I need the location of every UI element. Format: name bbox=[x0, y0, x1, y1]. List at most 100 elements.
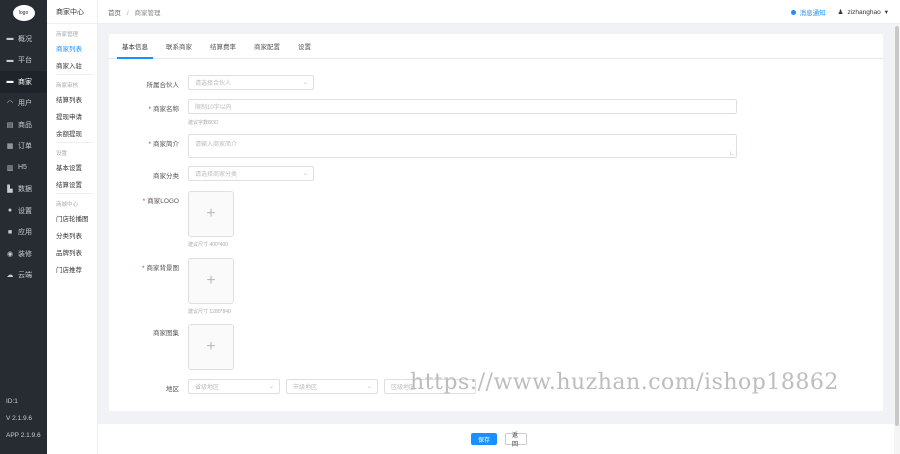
name-input[interactable]: 限制10字以内 bbox=[188, 99, 737, 114]
logo[interactable]: logo bbox=[12, 5, 35, 21]
sub-menu-item[interactable]: 门店推荐 bbox=[47, 260, 97, 277]
caret-down-icon[interactable]: ▾ bbox=[885, 8, 888, 16]
nav-item-label: 概况 bbox=[18, 35, 32, 43]
nav-item-label: 云端 bbox=[18, 272, 32, 280]
goods-icon: ▤ bbox=[6, 121, 14, 129]
nav-item-label: 设置 bbox=[18, 207, 32, 215]
chevron-down-icon: ⌄ bbox=[302, 80, 308, 86]
nav-item[interactable]: ▬ 概况 bbox=[0, 28, 47, 50]
sub-menu-item[interactable]: 基本设置 bbox=[47, 158, 97, 175]
merchant-icon: ▬ bbox=[6, 78, 14, 86]
page-icon: ▥ bbox=[6, 164, 14, 172]
breadcrumb-current: 商家管理 bbox=[134, 9, 161, 17]
sub-menu-item[interactable]: 结算设置 bbox=[47, 175, 97, 192]
top-header: 首页 / 商家管理 消息通知 ♟ zizhanghao ▾ bbox=[98, 0, 900, 24]
plus-icon: + bbox=[206, 272, 216, 289]
images-upload[interactable]: + bbox=[188, 324, 234, 370]
monitor-icon: ▬ bbox=[6, 35, 14, 43]
logo-text: logo bbox=[18, 10, 29, 16]
settings-icon: ● bbox=[7, 207, 13, 215]
nav-item-label: 商家 bbox=[18, 78, 32, 86]
sub-menu-item[interactable]: 品牌列表 bbox=[47, 243, 97, 260]
nav-item[interactable]: ▬ 平台 bbox=[0, 50, 47, 72]
logo-hint: 建议尺寸 400*400 bbox=[188, 242, 229, 248]
app-version-label: APP 2.1.9.6 bbox=[6, 432, 41, 439]
sub-menu-item[interactable]: 余额提现 bbox=[47, 124, 97, 141]
plus-icon: + bbox=[206, 205, 216, 222]
divider bbox=[56, 142, 93, 143]
nav-item-label: 用户 bbox=[18, 100, 32, 108]
sub-menu-title: 商家中心 bbox=[47, 0, 97, 24]
sub-menu-item[interactable]: 分类列表 bbox=[47, 226, 97, 243]
nav-item[interactable]: ■ 应用 bbox=[0, 222, 47, 244]
nav-item[interactable]: ▥ H5 bbox=[0, 157, 47, 179]
region-label: 地区 bbox=[166, 386, 179, 393]
category-placeholder: 请选择商家分类 bbox=[195, 172, 238, 178]
tab[interactable]: 基本信息 bbox=[113, 34, 157, 59]
sub-menu: 商家中心 商家管理 商家列表 商家入驻 商家审核 结算列表 提现申请 余额提现 设置 基本设置结… bbox=[47, 0, 98, 454]
bg-label-text: 商家背景图 bbox=[146, 265, 180, 272]
bg-upload[interactable]: + bbox=[188, 258, 234, 304]
save-button[interactable]: 保存 bbox=[471, 433, 497, 445]
tab[interactable]: 结算费率 bbox=[201, 34, 245, 58]
nav-item[interactable]: ▤ 商品 bbox=[0, 114, 47, 136]
nav-item[interactable]: ◠ 用户 bbox=[0, 93, 47, 115]
images-label: 商家图集 bbox=[153, 330, 179, 337]
name-label: * 商家名称 bbox=[148, 106, 179, 113]
nav-item-label: 平台 bbox=[18, 57, 32, 65]
sub-menu-body: 商家管理 商家列表 商家入驻 商家审核 结算列表 提现申请 余额提现 设置 基本设置 结算设置 商城… bbox=[47, 30, 97, 277]
order-icon: ▦ bbox=[6, 143, 14, 151]
apps-icon: ■ bbox=[7, 228, 13, 236]
nav-item[interactable]: ▦ 订单 bbox=[0, 136, 47, 158]
province-select[interactable]: 省级地区 ⌄ bbox=[188, 379, 280, 394]
tab[interactable]: 联系商家 bbox=[157, 34, 201, 58]
back-button[interactable]: 返回 bbox=[505, 433, 527, 448]
scrollbar-thumb[interactable] bbox=[895, 26, 899, 426]
resize-handle-icon[interactable]: ∟ bbox=[729, 151, 735, 157]
decor-icon: ◉ bbox=[6, 250, 14, 258]
bg-label: * 商家背景图 bbox=[141, 265, 180, 272]
breadcrumb-home[interactable]: 首页 bbox=[108, 10, 121, 17]
action-bar: 保存 返回 bbox=[98, 424, 900, 454]
partner-label: 所属合伙人 bbox=[146, 82, 180, 89]
logo-upload[interactable]: + bbox=[188, 191, 234, 237]
sub-menu-item[interactable]: 提现申请 bbox=[47, 107, 97, 124]
name-label-text: 商家名称 bbox=[153, 106, 179, 113]
nav-item[interactable]: ▙ 数据 bbox=[0, 179, 47, 201]
notify-link[interactable]: 消息通知 bbox=[800, 7, 826, 17]
sub-menu-group-title: 商家审核 bbox=[56, 83, 79, 89]
sub-menu-item[interactable]: 结算列表 bbox=[47, 90, 97, 107]
category-select[interactable]: 请选择商家分类 ⌄ bbox=[188, 166, 314, 181]
user-icon: ◠ bbox=[6, 100, 14, 108]
scrollbar[interactable] bbox=[894, 24, 900, 454]
sub-menu-item[interactable]: 商家入驻 bbox=[47, 56, 97, 73]
sub-menu-item[interactable]: 商家列表 bbox=[47, 39, 97, 56]
user-icon: ♟ bbox=[837, 9, 844, 16]
nav-item[interactable]: ☁ 云端 bbox=[0, 265, 47, 287]
nav-item[interactable]: ● 设置 bbox=[0, 200, 47, 222]
bg-hint: 建议尺寸 1280*840 bbox=[188, 309, 231, 315]
chevron-down-icon: ⌄ bbox=[268, 384, 274, 390]
plus-icon: + bbox=[206, 338, 216, 355]
name-hint: 建议字数8/30 bbox=[188, 120, 218, 126]
nav-item-label: 应用 bbox=[18, 229, 32, 237]
nav-item-label: 订单 bbox=[18, 143, 32, 151]
id-label: ID:1 bbox=[6, 398, 18, 405]
sub-menu-item[interactable]: 门店轮播图 bbox=[47, 209, 97, 226]
tab[interactable]: 商家配置 bbox=[245, 34, 289, 58]
divider bbox=[56, 74, 93, 75]
name-placeholder: 限制10字以内 bbox=[195, 105, 232, 111]
divider bbox=[56, 193, 93, 194]
logo-label: * 商家LOGO bbox=[142, 198, 179, 205]
partner-select[interactable]: 请选择合伙人 ⌄ bbox=[188, 75, 314, 90]
username[interactable]: zizhanghao bbox=[847, 9, 880, 16]
nav-item[interactable]: ◉ 装修 bbox=[0, 243, 47, 265]
city-select[interactable]: 市级地区 ⌄ bbox=[286, 379, 378, 394]
version-label: V 2.1.9.6 bbox=[6, 415, 33, 422]
intro-label-text: 商家简介 bbox=[153, 141, 179, 148]
intro-textarea[interactable]: 请输入商家简介 ∟ bbox=[188, 134, 737, 158]
tab[interactable]: 设置 bbox=[289, 34, 320, 58]
nav-item[interactable]: ▬ 商家 bbox=[0, 71, 47, 93]
partner-placeholder: 请选择合伙人 bbox=[195, 81, 232, 87]
nav-item-label: 商品 bbox=[18, 121, 32, 129]
